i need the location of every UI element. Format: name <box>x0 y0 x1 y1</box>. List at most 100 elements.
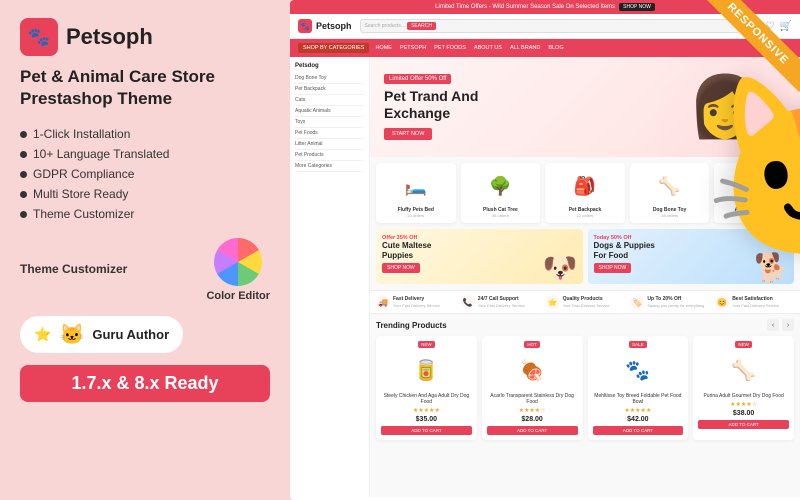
nav-links: HOME PETSOPH PET FOODS ABOUT US ALL BRAND BLO… <box>375 45 563 51</box>
preview-logo-icon: 🐾 <box>298 19 312 33</box>
product-card[interactable]: 🦴 Dog Bone Toy 28 orders <box>630 163 710 223</box>
product-image: 🛏️ <box>381 168 451 204</box>
trending-stars: ★★★★★ <box>381 407 472 414</box>
product-reviews: 23 orders <box>381 213 451 218</box>
sidebar-item[interactable]: Pet Foods <box>295 128 364 139</box>
sidebar-item[interactable]: Pet Products <box>295 150 364 161</box>
sidebar-item[interactable]: More Categories <box>295 161 364 172</box>
trending-price: $42.00 <box>593 416 684 423</box>
feature-icon: 😊 <box>715 295 729 309</box>
trending-badge: NEW <box>418 341 435 348</box>
trending-image: 🥫 <box>381 350 472 390</box>
announcement-btn[interactable]: SHOP NOW <box>619 3 655 11</box>
sidebar-item[interactable]: Pet Backpack <box>295 84 364 95</box>
nav-link[interactable]: ABOUT US <box>474 45 502 51</box>
sidebar-item[interactable]: Aquatic Animals <box>295 106 364 117</box>
features-list: 1-Click Installation10+ Language Transla… <box>20 124 270 224</box>
promo2-btn[interactable]: SHOP NOW <box>594 263 632 273</box>
color-editor-label: Color Editor <box>206 290 270 302</box>
logo-area: 🐾 Petsoph <box>20 18 270 56</box>
preview-main: Petsdog Dog Bone ToyPet BackpackCatsAqua… <box>290 57 800 497</box>
feature-icon: 🏷️ <box>630 295 644 309</box>
promo1-btn[interactable]: SHOP NOW <box>382 263 420 273</box>
trending-card[interactable]: NEW 🦴 Purina Adult Gourmet Dry Dog Food … <box>693 336 794 440</box>
sidebar-item[interactable]: Dog Bone Toy <box>295 73 364 84</box>
feature-sub: Your Fast Delivery Service <box>732 303 779 308</box>
trending-stars: ★★★★☆ <box>698 401 789 408</box>
promo-row: Offer 35% Off Cute Maltese Puppies SHOP … <box>370 229 800 290</box>
search-button[interactable]: SEARCH <box>407 22 436 30</box>
trending-badge: SALE <box>629 341 647 348</box>
announcement-text: Limited Time Offers - Wild Summer Season… <box>435 4 615 10</box>
logo-icon: 🐾 <box>20 18 58 56</box>
feature-strip-item: 🏷️ Up To 20% Off Saving you plenty for e… <box>630 295 709 309</box>
trending-badge: HOT <box>524 341 540 348</box>
promo2-animal: 🐕 <box>754 251 789 284</box>
trending-card[interactable]: SALE 🐾 Mehltisse Toy Breed Foldable Pet … <box>588 336 689 440</box>
color-wheel <box>214 238 262 286</box>
trending-card[interactable]: NEW 🥫 Steely Chicken And Aga Adult Dry D… <box>376 336 477 440</box>
nav-link[interactable]: PET FOODS <box>434 45 466 51</box>
feature-label: 24/7 Call Support <box>478 296 525 303</box>
trending-header: Trending Products ‹ › <box>376 319 794 331</box>
sidebar-item[interactable]: Toys <box>295 117 364 128</box>
trending-image: 🍖 <box>487 350 578 390</box>
cat-icon: 🐱 <box>59 322 84 347</box>
left-panel: 🐾 Petsoph Pet & Animal Care Store Presta… <box>0 0 290 500</box>
product-card[interactable]: 🎒 Pet Backpack 12 orders <box>545 163 625 223</box>
feature-strip-item: 🚚 Fast Delivery Your Fast Delivery Servi… <box>376 295 455 309</box>
feature-item: 10+ Language Translated <box>20 144 270 164</box>
trending-card[interactable]: HOT 🍖 Acarlo Transparent Stainless Dry D… <box>482 336 583 440</box>
product-reviews: 12 orders <box>550 213 620 218</box>
categories-button[interactable]: SHOP BY CATEGORIES <box>298 43 369 53</box>
feature-icon: ⭐ <box>546 295 560 309</box>
hero-title: Pet Trand And Exchange <box>384 88 478 122</box>
add-to-cart-button[interactable]: ADD TO CART <box>381 426 472 435</box>
sidebar-item[interactable]: Cats <box>295 95 364 106</box>
add-to-cart-button[interactable]: ADD TO CART <box>487 426 578 435</box>
preview-logo: 🐾 Petsoph <box>298 19 352 33</box>
tagline-line2: Prestashop Theme <box>20 88 270 110</box>
nav-link[interactable]: ALL BRAND <box>510 45 540 51</box>
product-reviews: 28 orders <box>635 213 705 218</box>
product-card[interactable]: 🌳 Plush Cat Tree 35 orders <box>461 163 541 223</box>
feature-strip-item: 😊 Best Satisfaction Your Fast Delivery S… <box>715 295 794 309</box>
responsive-corner: RESPONSIVE <box>680 0 800 120</box>
bullet-dot <box>20 171 27 178</box>
trending-name: Steely Chicken And Aga Adult Dry Dog Foo… <box>381 393 472 405</box>
prev-arrow[interactable]: ‹ <box>767 319 779 331</box>
feature-sub: Saving you plenty for everything <box>647 303 704 308</box>
product-card[interactable]: 🐠 Aquatic Animals 15 orders <box>714 163 794 223</box>
trending-price: $35.00 <box>381 416 472 423</box>
feature-strip-item: ⭐ Quality Products Your Fast Delivery Se… <box>546 295 625 309</box>
feature-icon: 📞 <box>461 295 475 309</box>
feature-sub: Your Fast Delivery Service <box>393 303 440 308</box>
trending-badge: NEW <box>735 341 752 348</box>
nav-link[interactable]: PETSOPH <box>400 45 426 51</box>
nav-link[interactable]: BLOG <box>548 45 563 51</box>
sidebar-item[interactable]: Litter Animal <box>295 139 364 150</box>
trending-stars: ★★★★☆ <box>487 407 578 414</box>
color-editor-area: Color Editor <box>206 238 270 302</box>
trending-title: Trending Products <box>376 321 447 330</box>
hero-badge: Limited Offer 50% Off <box>384 74 451 84</box>
product-card[interactable]: 🛏️ Fluffy Pets Bed 23 orders <box>376 163 456 223</box>
trending-section: Trending Products ‹ › NEW 🥫 Steely Chick… <box>370 314 800 445</box>
trending-image: 🦴 <box>698 350 789 390</box>
next-arrow[interactable]: › <box>782 319 794 331</box>
product-reviews: 35 orders <box>466 213 536 218</box>
feature-sub: Your Fast Delivery Service <box>478 303 525 308</box>
search-placeholder: Search products... <box>365 23 406 29</box>
tagline-line1: Pet & Animal Care Store <box>20 66 270 88</box>
nav-link[interactable]: HOME <box>375 45 392 51</box>
product-image: 🦴 <box>635 168 705 204</box>
preview-sidebar: Petsdog Dog Bone ToyPet BackpackCatsAqua… <box>290 57 370 497</box>
product-reviews: 15 orders <box>719 213 789 218</box>
add-to-cart-button[interactable]: ADD TO CART <box>593 426 684 435</box>
trending-name: Purina Adult Gourmet Dry Dog Food <box>698 393 789 399</box>
trending-name: Acarlo Transparent Stainless Dry Dog Foo… <box>487 393 578 405</box>
hero-cta-button[interactable]: START NOW <box>384 128 432 140</box>
bullet-dot <box>20 211 27 218</box>
trending-products-row: NEW 🥫 Steely Chicken And Aga Adult Dry D… <box>376 336 794 440</box>
add-to-cart-button[interactable]: ADD TO CART <box>698 420 789 429</box>
